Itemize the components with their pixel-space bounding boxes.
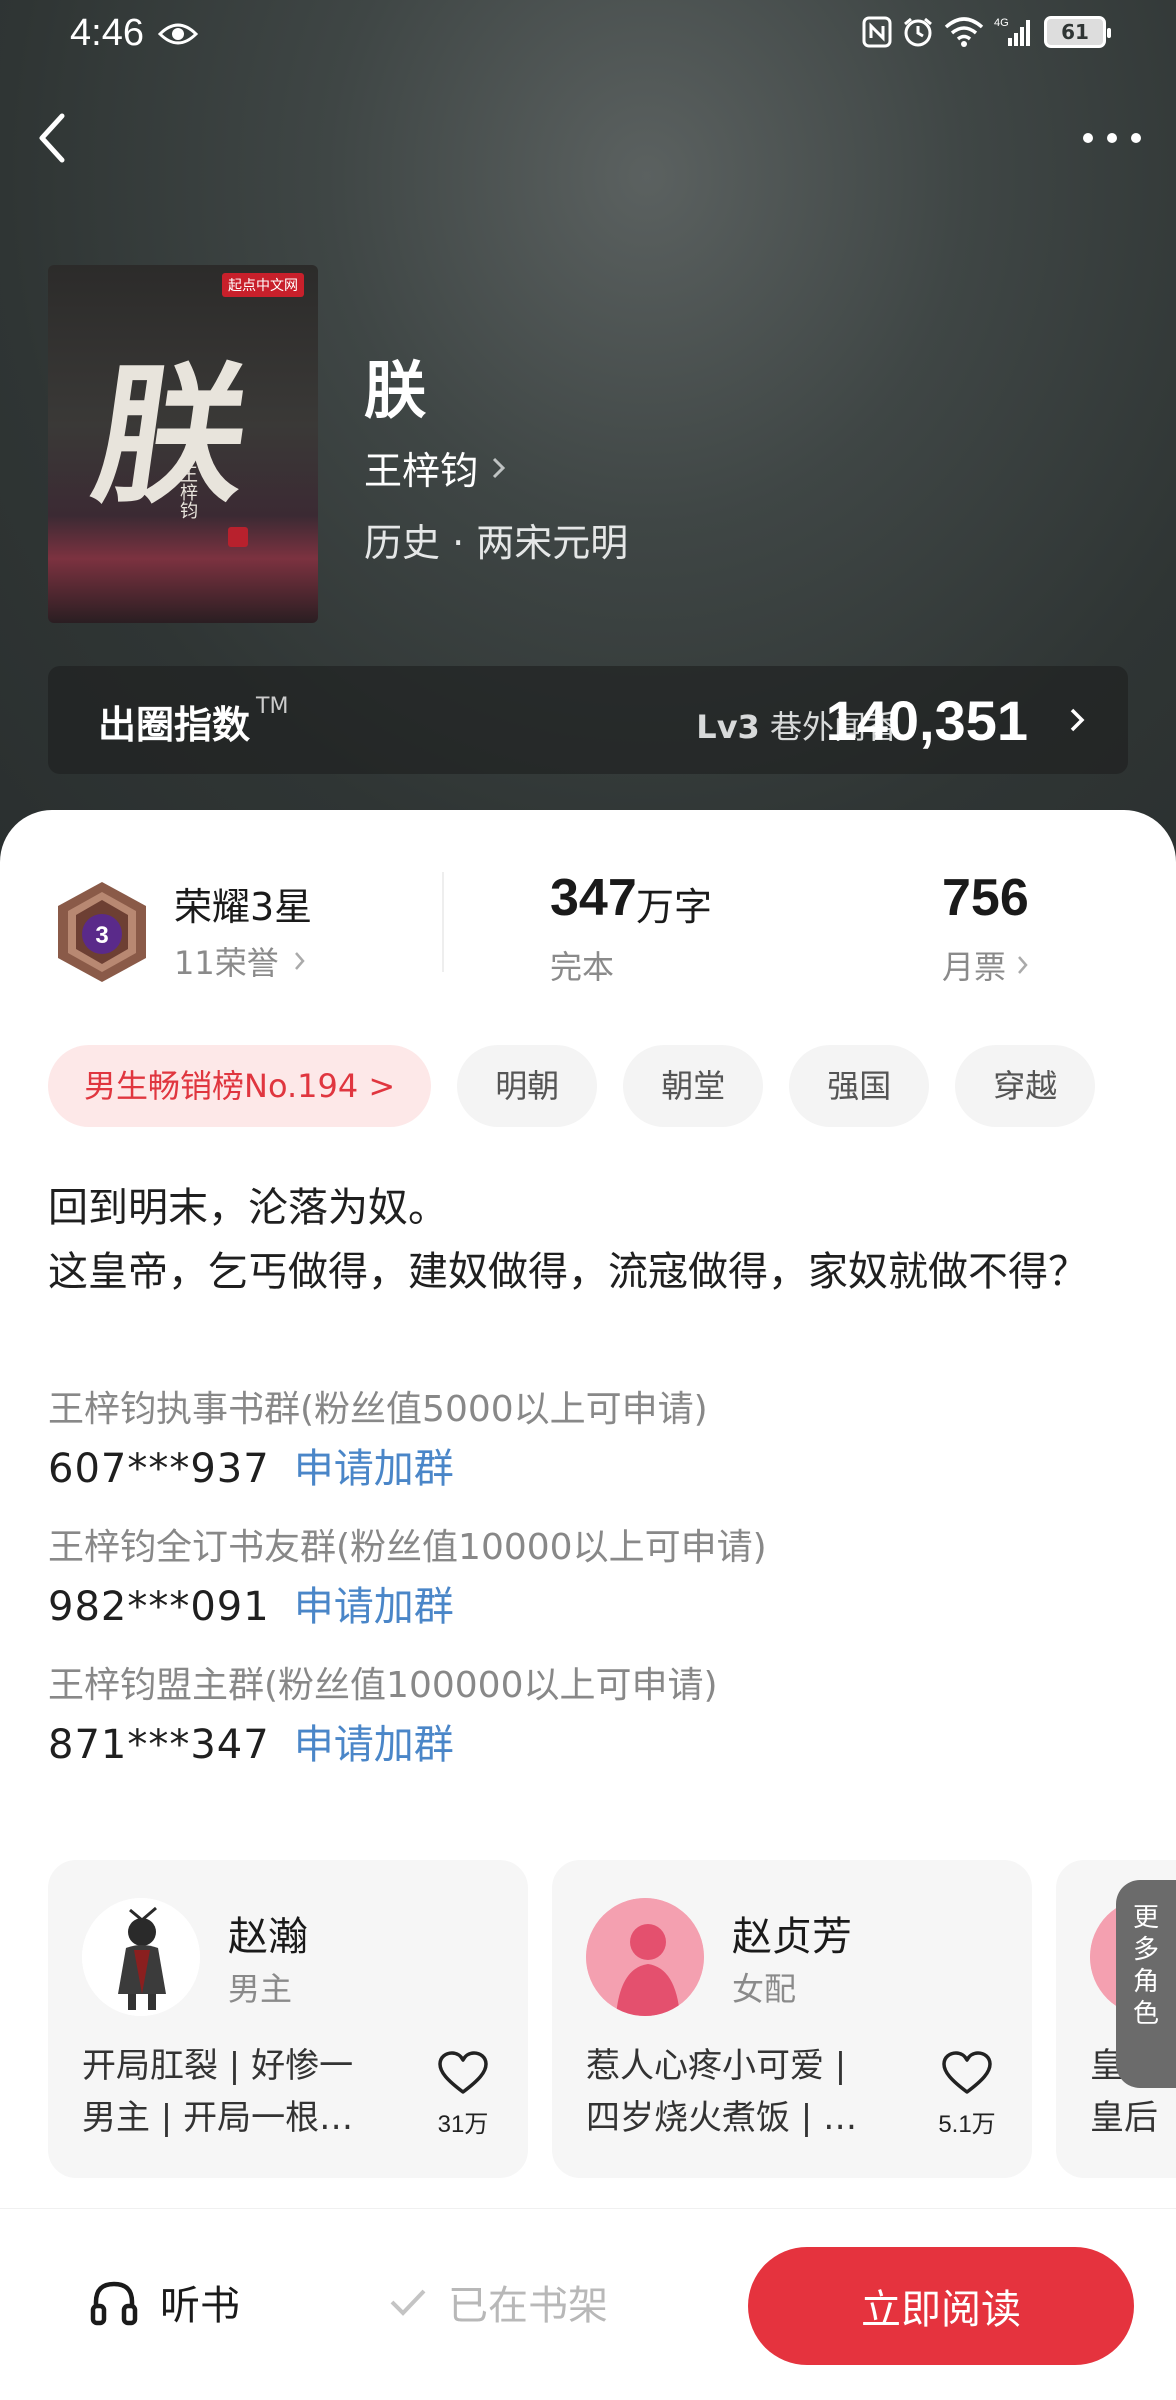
book-synopsis[interactable]: 回到明末，沦落为奴。 这皇帝，乞丐做得，建奴做得，流寇做得，家奴就做不得？ — [48, 1176, 1138, 1304]
honor-count-link[interactable]: 11荣誉 — [174, 938, 307, 984]
author-link[interactable]: 王梓钧 — [364, 440, 508, 495]
fan-group: 王梓钧全订书友群(粉丝值10000以上可申请) 982***091 申请加群 — [48, 1520, 1138, 1638]
wifi-icon — [944, 17, 984, 47]
like-count: 31万 — [437, 2111, 489, 2138]
status-time: 4:46 — [70, 12, 144, 54]
chevron-right-icon — [492, 457, 506, 478]
cover-author: 王梓钧 — [177, 465, 198, 519]
word-count-number: 347 — [550, 869, 637, 927]
honor-count: 11荣誉 — [174, 944, 279, 982]
fan-group: 王梓钧执事书群(粉丝值5000以上可申请) 607***937 申请加群 — [48, 1382, 1138, 1500]
fan-group: 王梓钧盟主群(粉丝值100000以上可申请) 871***347 申请加群 — [48, 1658, 1138, 1776]
bookshelf-status[interactable]: 已在书架 — [388, 2273, 608, 2331]
status-icons: 4G 61 — [862, 16, 1111, 48]
chevron-right-icon — [1018, 956, 1028, 974]
book-title: 朕 — [364, 354, 427, 427]
cover-seal — [228, 527, 248, 547]
group-number: 871***347 — [48, 1722, 270, 1768]
listen-label: 听书 — [160, 2283, 240, 2329]
chevron-right-icon — [294, 952, 305, 970]
book-genre: 历史 · 两宋元明 — [364, 521, 629, 565]
cover-title-art: 朕 — [83, 348, 259, 524]
character-name: 赵贞芳 — [732, 1914, 852, 1960]
group-number: 982***091 — [48, 1584, 270, 1630]
honor-badge-icon[interactable]: 3 — [50, 880, 154, 984]
synopsis-line: 这皇帝，乞丐做得，建奴做得，流寇做得，家奴就做不得？ — [48, 1249, 1088, 1295]
publisher-logo: 起点中文网 — [222, 273, 304, 297]
tag-list: 男生畅销榜No.194 > 明朝 朝堂 强国 穿越 — [48, 1045, 1096, 1127]
rank-tag[interactable]: 男生畅销榜No.194 > — [48, 1045, 432, 1127]
group-description: 王梓钧盟主群(粉丝值100000以上可申请) — [48, 1665, 718, 1706]
character-card[interactable]: 赵瀚 男主 开局肛裂 | 好惨一 男主 | 开局一根… 31万 — [48, 1860, 528, 2178]
group-description: 王梓钧全订书友群(粉丝值10000以上可申请) — [48, 1527, 767, 1568]
character-avatar — [82, 1898, 200, 2016]
tag-item[interactable]: 强国 — [789, 1045, 930, 1127]
bottom-action-bar: 听书 已在书架 立即阅读 — [0, 2208, 1176, 2400]
join-group-link[interactable]: 申请加群 — [294, 1438, 454, 1500]
like-count: 5.1万 — [938, 2111, 996, 2138]
join-group-link[interactable]: 申请加群 — [294, 1714, 454, 1776]
tag-item[interactable]: 明朝 — [457, 1045, 598, 1127]
character-description: 惹人心疼小可爱 | 四岁烧火煮饭 | … — [586, 2046, 858, 2138]
stats-divider — [442, 872, 444, 972]
character-portrait-icon — [82, 1898, 200, 2016]
more-characters-button[interactable]: 更多角色 — [1116, 1880, 1176, 2088]
character-role: 女配 — [732, 1970, 797, 2008]
word-count-unit: 万字 — [636, 885, 713, 929]
character-like-button[interactable]: 31万 — [428, 2050, 498, 2139]
signal-icon: 4G — [994, 17, 1030, 46]
book-cover[interactable]: 起点中文网 朕 王梓钧 — [48, 265, 318, 623]
svg-text:3: 3 — [95, 922, 108, 949]
completion-status: 完本 — [550, 948, 615, 986]
monthly-votes-number[interactable]: 756 — [942, 868, 1029, 928]
monthly-votes-link[interactable]: 月票 — [942, 942, 1030, 988]
bookshelf-label: 已在书架 — [448, 2283, 608, 2329]
eye-icon — [158, 23, 198, 45]
character-card[interactable]: 赵贞芳 女配 惹人心疼小可爱 | 四岁烧火煮饭 | … 5.1万 — [552, 1860, 1032, 2178]
group-description: 王梓钧执事书群(粉丝值5000以上可申请) — [48, 1389, 708, 1430]
svg-text:4G: 4G — [994, 17, 1009, 29]
heart-icon — [438, 2051, 488, 2094]
character-description: 开局肛裂 | 好惨一 男主 | 开局一根… — [82, 2046, 354, 2138]
group-number: 607***937 — [48, 1446, 270, 1492]
status-bar: 4:46 4G 61 — [0, 0, 1176, 72]
chevron-right-icon — [1070, 708, 1085, 732]
battery-indicator: 61 — [1044, 16, 1111, 48]
character-carousel[interactable]: 赵瀚 男主 开局肛裂 | 好惨一 男主 | 开局一根… 31万 赵贞芳 女配 惹… — [0, 1860, 1176, 2180]
headphone-icon — [90, 2281, 138, 2326]
character-silhouette-icon — [586, 1898, 704, 2016]
back-arrow-icon[interactable] — [32, 108, 72, 168]
tag-item[interactable]: 朝堂 — [623, 1045, 764, 1127]
more-options-icon[interactable] — [1080, 124, 1144, 152]
popularity-index-bar[interactable]: 出圈指数 TM Lv3 巷外闻香 140,351 — [48, 666, 1128, 774]
alarm-icon — [904, 17, 932, 47]
more-characters-label: 更多角色 — [1132, 1903, 1159, 2029]
nfc-icon — [862, 16, 892, 48]
honor-title[interactable]: 荣耀3星 — [174, 876, 312, 931]
listen-button[interactable]: 听书 — [90, 2273, 240, 2331]
index-value: 140,351 — [825, 689, 1028, 752]
character-role: 男主 — [228, 1970, 293, 2008]
character-like-button[interactable]: 5.1万 — [932, 2050, 1002, 2139]
index-label: 出圈指数 TM — [98, 694, 289, 747]
heart-icon — [942, 2051, 992, 2094]
check-icon — [390, 2289, 426, 2316]
read-now-button[interactable]: 立即阅读 — [748, 2247, 1134, 2365]
monthly-votes-label: 月票 — [942, 948, 1007, 986]
join-group-link[interactable]: 申请加群 — [294, 1576, 454, 1638]
character-name: 赵瀚 — [228, 1914, 308, 1960]
tag-item[interactable]: 穿越 — [955, 1045, 1096, 1127]
author-name: 王梓钧 — [364, 449, 479, 493]
synopsis-line: 回到明末，沦落为奴。 — [48, 1185, 448, 1231]
character-avatar — [586, 1898, 704, 2016]
